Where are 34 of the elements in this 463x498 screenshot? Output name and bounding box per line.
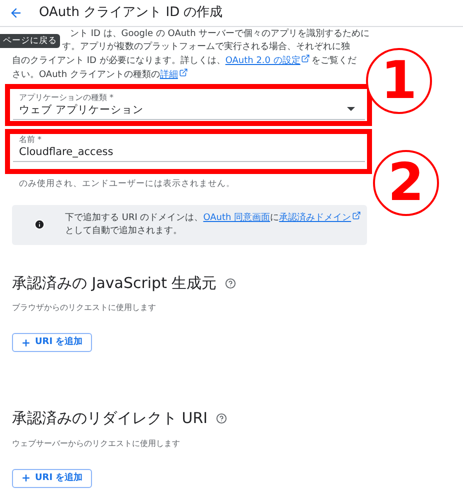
select-value: ウェブ アプリケーション bbox=[19, 103, 144, 117]
external-link-icon bbox=[301, 54, 310, 63]
section-subtitle: ウェブサーバーからのリクエストに使用します bbox=[12, 438, 181, 450]
plus-icon bbox=[21, 473, 31, 484]
section-title: 承認済みのリダイレクト URI bbox=[12, 408, 208, 430]
field-value: Cloudflare_access bbox=[19, 145, 114, 159]
add-uri-button[interactable]: URI を追加 bbox=[12, 468, 92, 488]
name-field[interactable]: 名前 * Cloudflare_access bbox=[13, 135, 365, 162]
app-type-select[interactable]: アプリケーションの種類 * ウェブ アプリケーション bbox=[13, 93, 365, 120]
details-link[interactable]: 詳細 bbox=[160, 70, 189, 80]
help-icon[interactable] bbox=[224, 278, 236, 288]
authorized-domains-link[interactable]: 承認済みドメイン bbox=[279, 213, 362, 224]
section-subtitle: ブラウザからのリクエストに使用します bbox=[12, 302, 157, 314]
annotation-number: 1 bbox=[366, 48, 432, 114]
intro-text: 自のクライアント ID が必要になります。詳しくは、OAuth 2.0 の設定 をご覧ください。OAuth クライアントの種類の詳細 bbox=[12, 54, 358, 82]
intro-line: す。アプリが複数のプラットフォームで実行される場合、それぞれに独 bbox=[62, 41, 350, 54]
page-title: OAuth クライアント ID の作成 bbox=[39, 4, 223, 22]
dropdown-caret-icon bbox=[347, 107, 355, 111]
info-icon bbox=[34, 219, 45, 230]
consent-screen-link[interactable]: OAuth 同意画面 bbox=[203, 213, 270, 224]
help-icon[interactable] bbox=[216, 413, 227, 424]
oauth-settings-link[interactable]: OAuth 2.0 の設定 bbox=[225, 56, 312, 66]
field-label: 名前 * bbox=[19, 135, 43, 145]
external-link-icon bbox=[352, 211, 362, 220]
add-uri-button[interactable]: URI を追加 bbox=[12, 333, 92, 352]
annotation-number: 2 bbox=[373, 150, 439, 216]
intro-line: ント ID は、Google の OAuth サーバーで個々のアプリを識別するために bbox=[70, 28, 370, 41]
plus-icon bbox=[21, 338, 31, 348]
external-link-icon bbox=[178, 68, 188, 77]
helper-text: のみ使用され、エンドユーザーには表示されません。 bbox=[19, 178, 236, 191]
field-label: アプリケーションの種類 * bbox=[19, 93, 115, 103]
info-text: 下で追加する URI のドメインは、OAuth 同意画面に承認済みドメイン として自動で追加されます。 bbox=[65, 211, 365, 238]
section-title: 承認済みの JavaScript 生成元 bbox=[12, 272, 217, 294]
tooltip: ページに戻る bbox=[0, 34, 60, 48]
